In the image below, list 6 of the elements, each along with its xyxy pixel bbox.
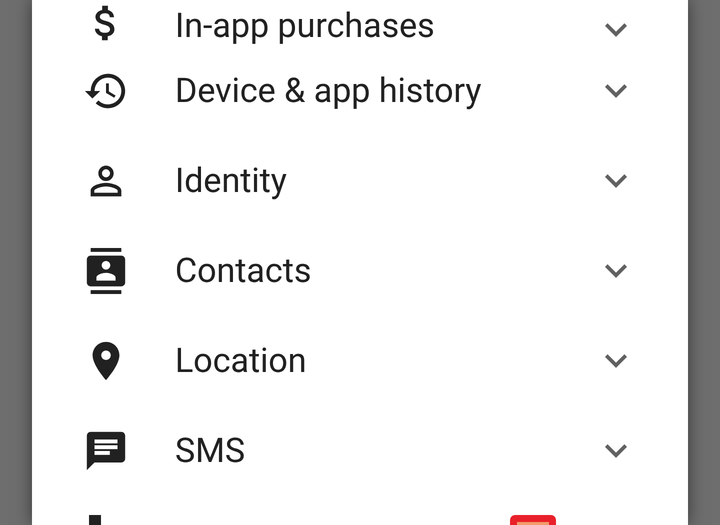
permission-label: SMS: [175, 431, 246, 471]
permission-label: Location: [175, 341, 307, 381]
permission-label: In-app purchases: [175, 6, 435, 46]
permission-label: Contacts: [175, 251, 312, 291]
permission-label: Device & app history: [175, 71, 482, 111]
permission-label: Identity: [175, 161, 287, 201]
